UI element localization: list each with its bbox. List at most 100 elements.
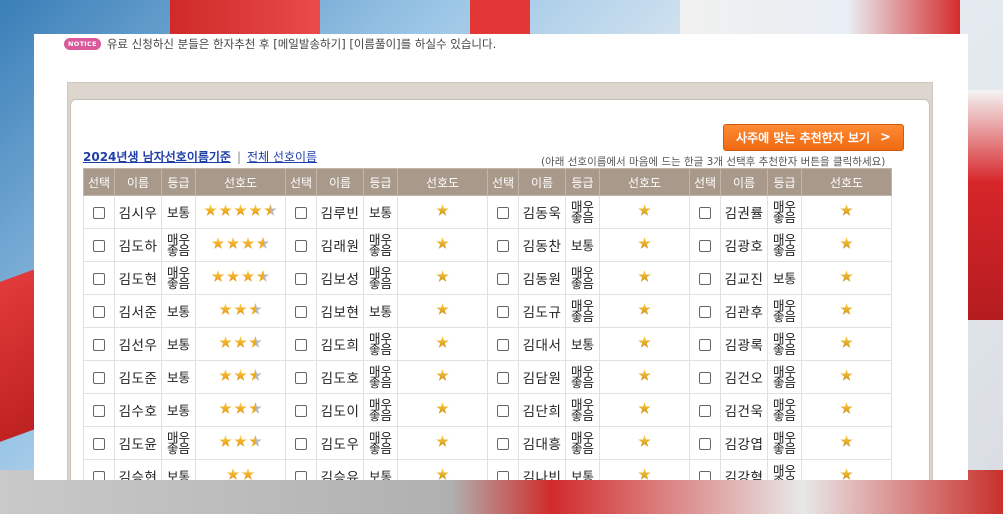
preference-stars bbox=[226, 468, 255, 480]
link-2024-boy-names[interactable]: 2024년생 남자선호이름기준 bbox=[83, 148, 231, 165]
name-checkbox[interactable] bbox=[93, 339, 105, 351]
name-checkbox[interactable] bbox=[295, 306, 307, 318]
column-header: 이름 bbox=[518, 168, 566, 196]
name-cell: 김시우 bbox=[114, 195, 162, 229]
preference-cell bbox=[801, 261, 892, 295]
background-red-shape bbox=[170, 0, 320, 34]
select-cell bbox=[285, 261, 317, 295]
star-icon bbox=[840, 435, 853, 447]
name-checkbox[interactable] bbox=[93, 306, 105, 318]
grade-cell: 매우좋음 bbox=[565, 360, 600, 394]
name-cell: 김관후 bbox=[720, 294, 768, 328]
name-checkbox[interactable] bbox=[93, 240, 105, 252]
star-icon bbox=[638, 237, 651, 249]
grade-cell: 매우좋음 bbox=[565, 426, 600, 460]
star-icon bbox=[840, 402, 853, 414]
star-icon bbox=[840, 204, 853, 216]
preference-cell bbox=[195, 360, 286, 394]
name-cell: 김단희 bbox=[518, 393, 566, 427]
preference-cell bbox=[599, 426, 690, 460]
name-checkbox[interactable] bbox=[497, 207, 509, 219]
name-checkbox[interactable] bbox=[295, 471, 307, 480]
preference-cell bbox=[599, 327, 690, 361]
name-checkbox[interactable] bbox=[699, 273, 711, 285]
name-checkbox[interactable] bbox=[699, 339, 711, 351]
name-checkbox[interactable] bbox=[497, 438, 509, 450]
name-cell: 김도호 bbox=[316, 360, 364, 394]
select-cell bbox=[285, 393, 317, 427]
preference-cell bbox=[195, 195, 286, 229]
preference-stars bbox=[840, 402, 853, 415]
name-checkbox[interactable] bbox=[497, 339, 509, 351]
name-checkbox[interactable] bbox=[699, 438, 711, 450]
preference-stars bbox=[840, 303, 853, 316]
name-checkbox[interactable] bbox=[93, 273, 105, 285]
table-header-row: 선택 이름 등급 선호도 선택 이름 등급 선호도 선택 이름 등급 선호도 선택 이름 등급 선호도 bbox=[83, 168, 892, 196]
column-header: 선호도 bbox=[801, 168, 892, 196]
preference-stars bbox=[211, 237, 270, 250]
name-checkbox[interactable] bbox=[295, 240, 307, 252]
name-checkbox[interactable] bbox=[497, 273, 509, 285]
preference-cell bbox=[397, 393, 488, 427]
name-checkbox[interactable] bbox=[93, 405, 105, 417]
grade-cell: 매우좋음 bbox=[565, 393, 600, 427]
preference-cell bbox=[599, 261, 690, 295]
name-checkbox[interactable] bbox=[93, 471, 105, 480]
name-checkbox[interactable] bbox=[93, 438, 105, 450]
grade-cell: 매우좋음 bbox=[767, 294, 802, 328]
name-checkbox[interactable] bbox=[699, 372, 711, 384]
preference-cell bbox=[397, 327, 488, 361]
star-icon bbox=[840, 303, 853, 315]
select-cell bbox=[487, 393, 519, 427]
name-checkbox[interactable] bbox=[699, 306, 711, 318]
name-checkbox[interactable] bbox=[295, 372, 307, 384]
preference-stars bbox=[638, 336, 651, 349]
star-icon bbox=[840, 237, 853, 249]
preference-cell bbox=[599, 393, 690, 427]
notice-text: 유료 신청하신 분들은 한자추천 후 [메일발송하기] [이름풀이]를 하실수 … bbox=[106, 37, 497, 51]
name-checkbox[interactable] bbox=[295, 273, 307, 285]
name-checkbox[interactable] bbox=[497, 405, 509, 417]
grade-cell: 보통 bbox=[161, 393, 196, 427]
name-cell: 김도현 bbox=[114, 261, 162, 295]
preference-stars bbox=[840, 336, 853, 349]
name-checkbox[interactable] bbox=[295, 438, 307, 450]
name-checkbox[interactable] bbox=[497, 471, 509, 480]
name-checkbox[interactable] bbox=[699, 240, 711, 252]
name-cell: 김도윤 bbox=[114, 426, 162, 460]
preference-stars bbox=[840, 468, 853, 480]
recommend-hanja-button[interactable]: 사주에 맞는 추천한자 보기 > bbox=[723, 124, 904, 151]
star-icon bbox=[436, 270, 449, 282]
grade-cell: 보통 bbox=[363, 459, 398, 480]
star-icon bbox=[219, 402, 232, 414]
name-checkbox[interactable] bbox=[699, 207, 711, 219]
star-icon bbox=[840, 369, 853, 381]
name-checkbox[interactable] bbox=[699, 471, 711, 480]
link-all-names[interactable]: 전체 선호이름 bbox=[247, 148, 317, 165]
star-icon bbox=[436, 369, 449, 381]
name-checkbox[interactable] bbox=[497, 240, 509, 252]
name-checkbox[interactable] bbox=[699, 405, 711, 417]
preference-cell bbox=[599, 459, 690, 480]
name-cell: 김나빈 bbox=[518, 459, 566, 480]
star-icon bbox=[226, 468, 240, 480]
name-checkbox[interactable] bbox=[295, 207, 307, 219]
preference-stars bbox=[840, 369, 853, 382]
name-checkbox[interactable] bbox=[497, 372, 509, 384]
name-checkbox[interactable] bbox=[497, 306, 509, 318]
preference-cell bbox=[397, 426, 488, 460]
name-checkbox[interactable] bbox=[295, 339, 307, 351]
name-cell: 김보현 bbox=[316, 294, 364, 328]
grade-cell: 매우좋음 bbox=[767, 426, 802, 460]
name-checkbox[interactable] bbox=[93, 372, 105, 384]
column-header: 선호도 bbox=[397, 168, 488, 196]
name-checkbox[interactable] bbox=[93, 207, 105, 219]
name-checkbox[interactable] bbox=[295, 405, 307, 417]
half-star-icon bbox=[256, 237, 270, 249]
select-cell bbox=[689, 195, 721, 229]
name-cell: 김도규 bbox=[518, 294, 566, 328]
preference-stars bbox=[436, 303, 449, 316]
name-cell: 김도이 bbox=[316, 393, 364, 427]
table-row: 김도현 매우 좋음 김보성 매우 좋음 김동원 매우 좋음 김교진 보통 bbox=[83, 261, 892, 295]
select-cell bbox=[285, 327, 317, 361]
